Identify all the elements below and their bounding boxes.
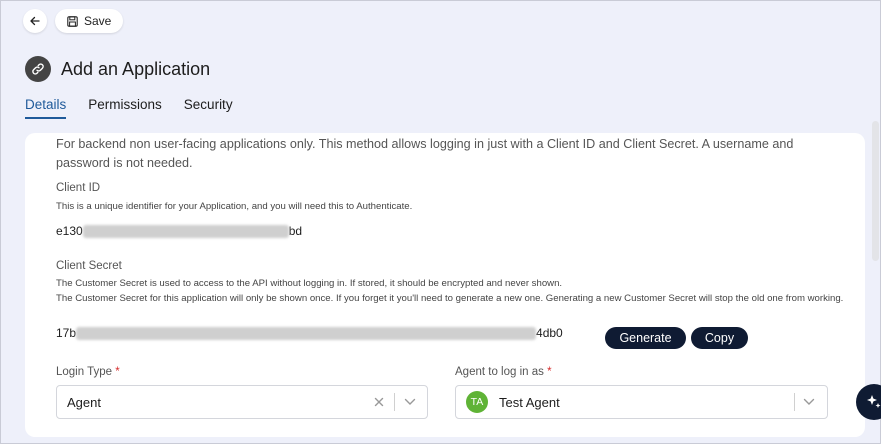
application-avatar — [25, 56, 51, 82]
copy-button[interactable]: Copy — [691, 327, 748, 349]
back-arrow-icon — [30, 16, 40, 26]
client-secret-help-1: The Customer Secret is used to access to… — [56, 278, 563, 289]
login-type-label: Login Type * — [56, 366, 120, 378]
tab-bar: Details Permissions Security — [25, 97, 233, 119]
tab-security[interactable]: Security — [184, 97, 233, 119]
tab-permissions[interactable]: Permissions — [88, 97, 162, 119]
generate-button[interactable]: Generate — [605, 327, 686, 349]
back-button[interactable] — [23, 9, 47, 33]
client-secret-prefix: 17b — [56, 326, 77, 340]
page-header: Add an Application — [25, 56, 210, 82]
redacted-region — [82, 224, 289, 238]
agent-value: Test Agent — [499, 394, 560, 410]
agent-label: Agent to log in as * — [455, 366, 552, 378]
required-marker: * — [547, 366, 552, 378]
auth-description: For backend non user-facing applications… — [56, 137, 794, 170]
login-type-select[interactable]: Agent — [56, 385, 428, 419]
redacted-region — [76, 326, 537, 340]
save-icon — [67, 15, 78, 27]
page-title: Add an Application — [61, 58, 211, 79]
save-button[interactable]: Save — [55, 9, 124, 33]
sparkle-icon — [867, 395, 881, 408]
vertical-scrollbar[interactable] — [872, 121, 879, 261]
login-type-label-text: Login Type — [56, 366, 113, 378]
chevron-down-icon[interactable] — [803, 398, 815, 406]
top-toolbar: Save — [23, 9, 124, 33]
required-marker: * — [115, 366, 120, 378]
agent-select[interactable]: TA Test Agent — [455, 385, 828, 419]
client-secret-help-2: The Customer Secret for this application… — [56, 293, 844, 304]
save-label: Save — [84, 14, 112, 28]
client-secret-label: Client Secret — [56, 260, 122, 272]
login-type-value: Agent — [67, 394, 101, 410]
agent-label-text: Agent to log in as — [455, 366, 544, 378]
clear-icon[interactable] — [374, 397, 384, 407]
chevron-down-icon[interactable] — [404, 398, 416, 406]
client-secret-suffix: 4db0 — [536, 326, 563, 340]
client-secret-value[interactable]: 17b 4db0 — [56, 326, 563, 340]
link-icon — [32, 63, 44, 75]
client-id-prefix: e130 — [56, 224, 83, 238]
client-id-help: This is a unique identifier for your App… — [56, 201, 413, 212]
client-id-suffix: bd — [288, 224, 303, 238]
client-id-label: Client ID — [56, 182, 101, 194]
avatar: TA — [466, 391, 488, 413]
client-id-value[interactable]: e130 bd — [56, 224, 302, 238]
tab-details[interactable]: Details — [25, 97, 67, 119]
select-divider — [394, 393, 395, 411]
details-card: For backend non user-facing applications… — [25, 133, 865, 437]
select-divider — [794, 393, 795, 411]
